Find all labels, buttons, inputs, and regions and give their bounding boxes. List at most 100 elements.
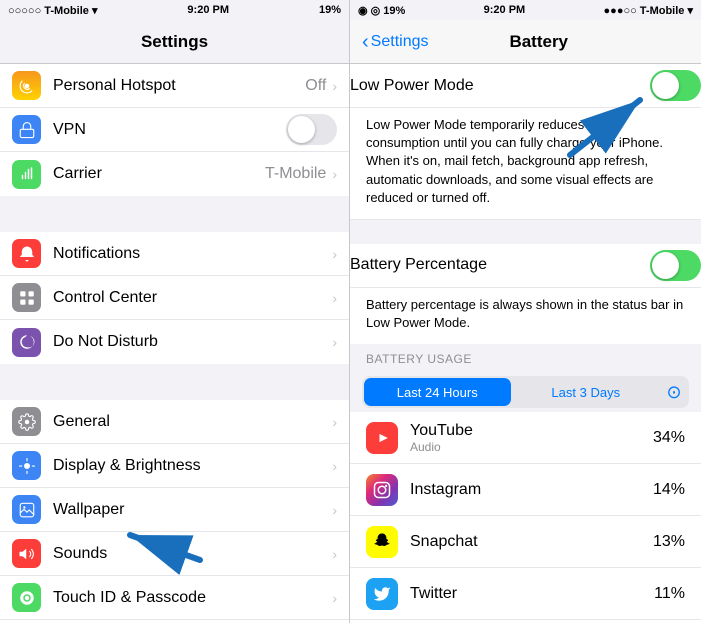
display-icon [12,451,41,480]
notifications-chevron: › [332,246,337,262]
section-general: General › Display & Brightness › Wallpap… [0,400,349,623]
carrier-icon [12,160,41,189]
refresh-icon[interactable]: ⊙ [659,382,689,403]
snapchat-info: Snapchat [410,532,653,551]
bpct-toggle[interactable] [650,250,701,281]
twitter-pct: 11% [654,585,685,603]
lpm-section: Low Power Mode Low Power Mode temporaril… [350,64,701,220]
app-item-instagram[interactable]: Instagram 14% [350,464,701,516]
carrier-value: T-Mobile [265,165,326,183]
youtube-info: YouTube Audio [410,421,653,454]
twitter-name: Twitter [410,584,654,603]
control-label: Control Center [53,289,332,307]
general-icon [12,407,41,436]
lpm-description: Low Power Mode temporarily reduces power… [350,108,701,220]
settings-item-touchid[interactable]: Touch ID & Passcode › [0,576,349,620]
app-item-youtube[interactable]: YouTube Audio 34% [350,412,701,464]
left-panel: ○○○○○ T-Mobile ▾ 9:20 PM 19% Settings Pe… [0,0,350,623]
hotspot-value: Off [305,77,326,95]
twitter-icon [366,578,398,610]
youtube-pct: 34% [653,429,685,447]
bpct-description-text: Battery percentage is always shown in th… [366,296,685,332]
sounds-chevron: › [332,546,337,562]
lpm-row: Low Power Mode [350,64,701,108]
twitter-info: Twitter [410,584,654,603]
settings-item-sounds[interactable]: Sounds › [0,532,349,576]
settings-item-control[interactable]: Control Center › [0,276,349,320]
control-icon [12,283,41,312]
nav-back-button[interactable]: ‹ Settings [362,32,428,52]
general-label: General [53,413,332,431]
segment-3days-label: Last 3 Days [551,385,620,400]
instagram-info: Instagram [410,480,653,499]
settings-item-vpn[interactable]: VPN [0,108,349,152]
nav-title-right: Battery [428,32,649,52]
hotspot-chevron: › [332,78,337,94]
sounds-icon [12,539,41,568]
snapchat-icon [366,526,398,558]
settings-item-wallpaper[interactable]: Wallpaper › [0,488,349,532]
battery-usage-header: BATTERY USAGE [350,344,701,372]
status-right-left: ◉ ◎ 19% [358,4,405,17]
battery-content: Low Power Mode Low Power Mode temporaril… [350,64,701,623]
settings-item-hotspot[interactable]: Personal Hotspot Off › [0,64,349,108]
carrier-label: Carrier [53,165,265,183]
app-item-snapchat[interactable]: Snapchat 13% [350,516,701,568]
nav-back-label: Settings [371,33,429,51]
lpm-toggle[interactable] [650,70,701,101]
settings-item-carrier[interactable]: Carrier T-Mobile › [0,152,349,196]
display-chevron: › [332,458,337,474]
general-chevron: › [332,414,337,430]
youtube-name: YouTube [410,421,653,440]
carrier-right: ●●●○○ T-Mobile ▾ [604,4,693,17]
section-connectivity: Personal Hotspot Off › VPN [0,64,349,196]
instagram-name: Instagram [410,480,653,499]
app-item-twitter[interactable]: Twitter 11% [350,568,701,620]
right-panel: ◉ ◎ 19% 9:20 PM ●●●○○ T-Mobile ▾ ‹ Setti… [350,0,701,623]
settings-item-general[interactable]: General › [0,400,349,444]
touchid-label: Touch ID & Passcode [53,589,332,607]
settings-item-notifications[interactable]: Notifications › [0,232,349,276]
dnd-icon [12,328,41,357]
segment-24h-label: Last 24 Hours [397,385,478,400]
bpct-label: Battery Percentage [350,256,650,274]
lpm-description-text: Low Power Mode temporarily reduces power… [366,116,685,207]
wallpaper-label: Wallpaper [53,501,332,519]
battery-usage-title: BATTERY USAGE [366,352,472,366]
app-list: YouTube Audio 34% Instagram 14% [350,412,701,623]
segment-24h[interactable]: Last 24 Hours [364,378,511,406]
sounds-label: Sounds [53,545,332,563]
snapchat-pct: 13% [653,533,685,551]
carrier-left: ○○○○○ T-Mobile ▾ [8,4,97,17]
control-chevron: › [332,290,337,306]
settings-list: Personal Hotspot Off › VPN [0,64,349,623]
lpm-label: Low Power Mode [350,77,650,95]
nav-bar-right: ‹ Settings Battery [350,20,701,64]
status-bar-right: ◉ ◎ 19% 9:20 PM ●●●○○ T-Mobile ▾ [350,0,701,20]
settings-item-display[interactable]: Display & Brightness › [0,444,349,488]
wallpaper-chevron: › [332,502,337,518]
snapchat-name: Snapchat [410,532,653,551]
youtube-icon [366,422,398,454]
hotspot-label: Personal Hotspot [53,77,305,95]
notifications-icon [12,239,41,268]
display-label: Display & Brightness [53,457,332,475]
nav-bar-left: Settings [0,20,349,64]
bpct-description: Battery percentage is always shown in th… [350,288,701,344]
touchid-icon [12,583,41,612]
settings-item-dnd[interactable]: Do Not Disturb › [0,320,349,364]
dnd-label: Do Not Disturb [53,333,332,351]
divider-1 [350,220,701,244]
time-left: 9:20 PM [187,4,229,16]
notifications-label: Notifications [53,245,332,263]
carrier-chevron: › [332,166,337,182]
back-chevron-icon: ‹ [362,32,369,52]
vpn-toggle[interactable] [286,114,337,145]
segment-3days[interactable]: Last 3 Days [513,385,660,400]
hotspot-icon [12,71,41,100]
status-bar-left: ○○○○○ T-Mobile ▾ 9:20 PM 19% [0,0,349,20]
time-right: 9:20 PM [484,4,526,16]
bpct-section: Battery Percentage Battery percentage is… [350,244,701,344]
wallpaper-icon [12,495,41,524]
bpct-row: Battery Percentage [350,244,701,288]
